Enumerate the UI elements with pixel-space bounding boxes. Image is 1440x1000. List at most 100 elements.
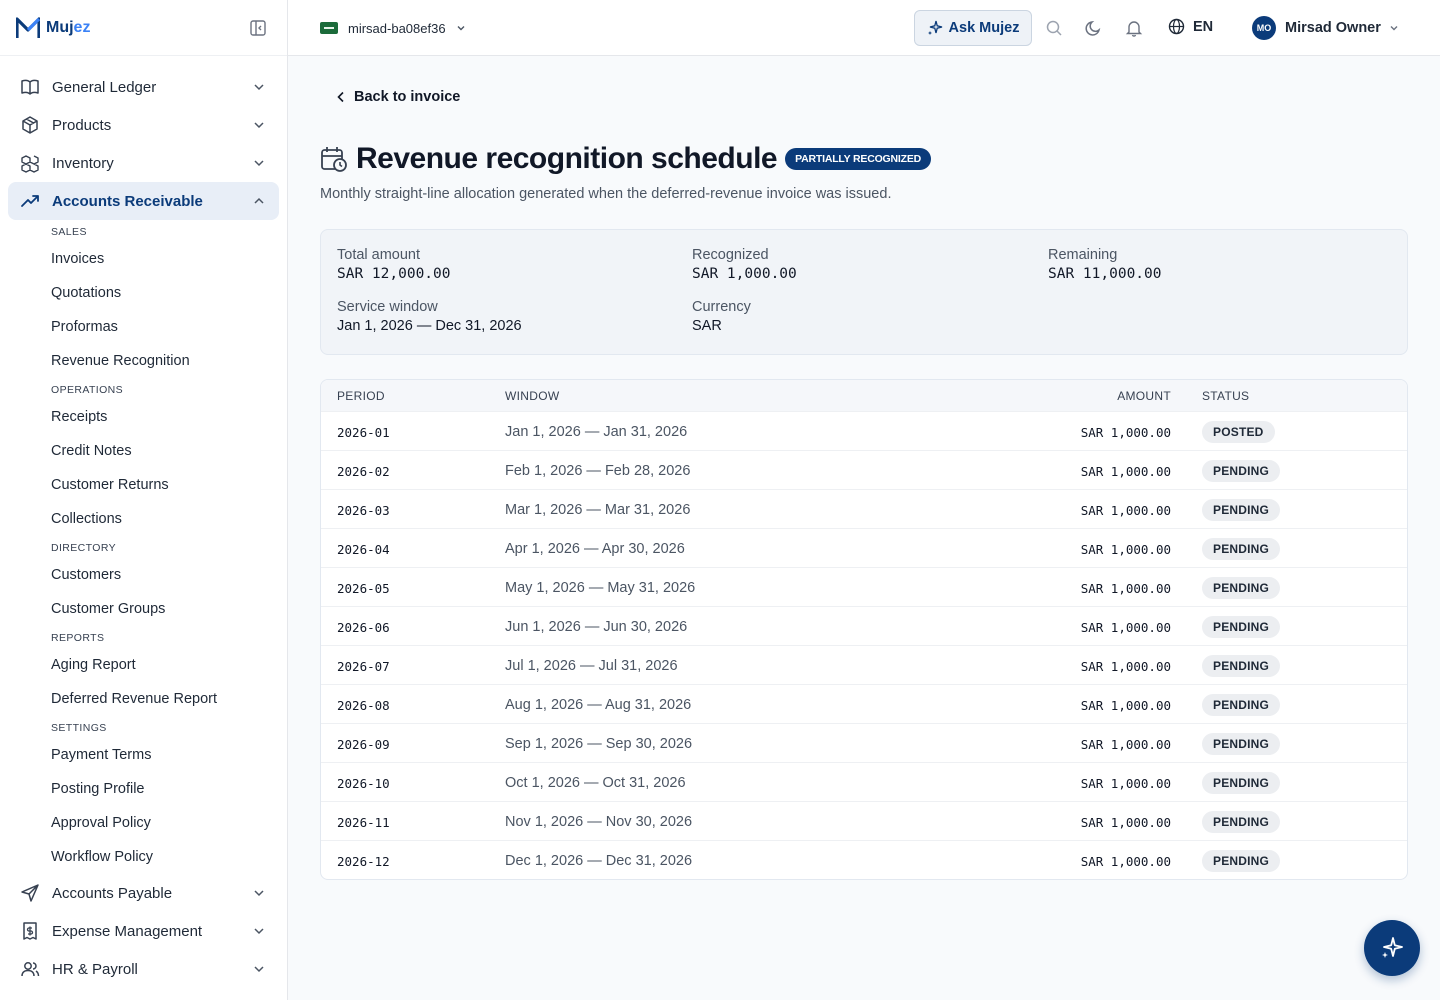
period-cell: 2026-09 [337,737,390,752]
chevron-down-icon [254,890,264,897]
status-badge: PENDING [1202,499,1281,521]
org-name: mirsad-ba08ef36 [348,20,446,36]
chevron-down-icon [254,122,264,129]
period-cell: 2026-02 [337,464,390,479]
period-cell: 2026-04 [337,542,390,557]
sidebar-item-inventory[interactable]: Inventory [8,144,279,182]
chevron-left-icon [337,91,344,103]
ask-mujez-button[interactable]: Ask Mujez [914,10,1032,46]
service-window-label: Service window [337,299,438,315]
amount-cell: SAR 1,000.00 [1080,854,1171,869]
status-badge: PENDING [1202,811,1281,833]
calendar-clock-icon [321,147,347,172]
language-switcher[interactable]: EN [1168,18,1213,35]
status-badge: PENDING [1202,616,1281,638]
back-label: Back to invoice [354,89,461,105]
period-cell: 2026-08 [337,698,390,713]
chevron-up-icon [254,197,264,204]
chevron-down-icon [254,160,264,167]
chevron-down-icon [254,928,264,935]
moon-icon[interactable] [1085,19,1103,37]
period-cell: 2026-12 [337,854,390,869]
column-header-amount: AMOUNT [1117,389,1171,403]
sidebar-item-accounts-payable[interactable]: Accounts Payable [8,874,279,912]
summary-currency: Currency SAR [692,299,751,334]
submenu-item-customer-groups[interactable]: Customer Groups [51,592,287,626]
period-cell: 2026-06 [337,620,390,635]
book-open-icon [21,79,39,95]
window-cell: Sep 1, 2026 — Sep 30, 2026 [505,736,693,752]
submenu-item-proformas[interactable]: Proformas [51,310,287,344]
recognized-label: Recognized [692,247,769,263]
table-row: 2026-11 Nov 1, 2026 — Nov 30, 2026 SAR 1,0… [321,802,1407,841]
amount-cell: SAR 1,000.00 [1080,464,1171,479]
total-label: Total amount [337,247,421,263]
sidebar-item-accounts-receivable[interactable]: Accounts Receivable [8,182,279,220]
users-icon [21,962,40,977]
search-icon[interactable] [1045,19,1063,37]
currency-label: Currency [692,299,751,315]
window-cell: Mar 1, 2026 — Mar 31, 2026 [505,502,691,518]
package-icon [22,116,38,134]
table-row: 2026-09 Sep 1, 2026 — Sep 30, 2026 SAR 1,0… [321,724,1407,763]
sidebar-item-expense-management[interactable]: Expense Management [8,912,279,950]
sidebar-item-label: HR & Payroll [52,960,138,978]
submenu-item-quotations[interactable]: Quotations [51,276,287,310]
sparkles-icon [1382,937,1403,958]
page-title: Revenue recognition schedule [356,142,778,175]
sidebar-item-hr-payroll[interactable]: HR & Payroll [8,950,279,988]
summary-card: Total amount SAR 12,000.00 Recognized SA… [320,229,1408,355]
column-header-period: PERIOD [337,389,385,403]
submenu-item-collections[interactable]: Collections [51,502,287,536]
period-cell: 2026-05 [337,581,390,596]
submenu-item-deferred-revenue-report[interactable]: Deferred Revenue Report [51,682,287,716]
sparkles-icon [927,20,942,35]
ai-assistant-fab[interactable] [1364,920,1420,976]
service-window-value: Jan 1, 2026 — Dec 31, 2026 [337,318,522,334]
user-menu[interactable]: MO Mirsad Owner [1252,16,1399,40]
submenu-section-title: SETTINGS [51,722,107,734]
table-body: 2026-01 Jan 1, 2026 — Jan 31, 2026 SAR 1,0… [321,412,1407,879]
brand: Mujez [0,0,287,56]
org-switcher[interactable]: mirsad-ba08ef36 [320,14,466,42]
summary-service-window: Service window Jan 1, 2026 — Dec 31, 202… [337,299,522,334]
window-cell: Apr 1, 2026 — Apr 30, 2026 [505,541,685,557]
mujez-logo-icon [16,16,40,38]
sidebar-item-products[interactable]: Products [8,106,279,144]
sidebar-item-label: Inventory [52,154,114,172]
language-label: EN [1193,18,1214,35]
amount-cell: SAR 1,000.00 [1080,503,1171,518]
window-cell: Feb 1, 2026 — Feb 28, 2026 [505,463,691,479]
table-row: 2026-07 Jul 1, 2026 — Jul 31, 2026 SAR 1,0… [321,646,1407,685]
submenu-item-workflow-policy[interactable]: Workflow Policy [51,840,287,874]
submenu-item-revenue-recognition[interactable]: Revenue Recognition [51,344,287,378]
submenu-item-approval-policy[interactable]: Approval Policy [51,806,287,840]
amount-cell: SAR 1,000.00 [1080,542,1171,557]
submenu-item-receipts[interactable]: Receipts [51,400,287,434]
page-header: Revenue recognition schedule PARTIALLY R… [320,142,932,176]
topbar: mirsad-ba08ef36 Ask Mujez EN MO Mirsad O… [288,0,1440,56]
amount-cell: SAR 1,000.00 [1080,737,1171,752]
submenu-item-invoices[interactable]: Invoices [51,242,287,276]
submenu-item-aging-report[interactable]: Aging Report [51,648,287,682]
saudi-flag-icon [320,22,338,34]
page-subtitle: Monthly straight-line allocation generat… [320,186,892,202]
submenu-item-customers[interactable]: Customers [51,558,287,592]
table-row: 2026-10 Oct 1, 2026 — Oct 31, 2026 SAR 1,0… [321,763,1407,802]
sidebar-collapse-icon[interactable] [249,19,267,37]
table-row: 2026-04 Apr 1, 2026 — Apr 30, 2026 SAR 1,0… [321,529,1407,568]
column-header-status: STATUS [1202,389,1250,403]
sidebar-item-general-ledger[interactable]: General Ledger [8,68,279,106]
submenu-item-payment-terms[interactable]: Payment Terms [51,738,287,772]
window-cell: Oct 1, 2026 — Oct 31, 2026 [505,775,686,791]
globe-icon [1168,18,1185,35]
status-badge: PENDING [1202,694,1281,716]
bell-icon[interactable] [1125,19,1143,37]
summary-recognized: Recognized SAR 1,000.00 [692,247,797,282]
status-badge: PENDING [1202,538,1281,560]
submenu-item-customer-returns[interactable]: Customer Returns [51,468,287,502]
sidebar: Mujez General Ledger Products Inventory Acc… [0,0,288,1000]
submenu-item-credit-notes[interactable]: Credit Notes [51,434,287,468]
submenu-item-posting-profile[interactable]: Posting Profile [51,772,287,806]
back-to-invoice-link[interactable]: Back to invoice [336,89,460,105]
